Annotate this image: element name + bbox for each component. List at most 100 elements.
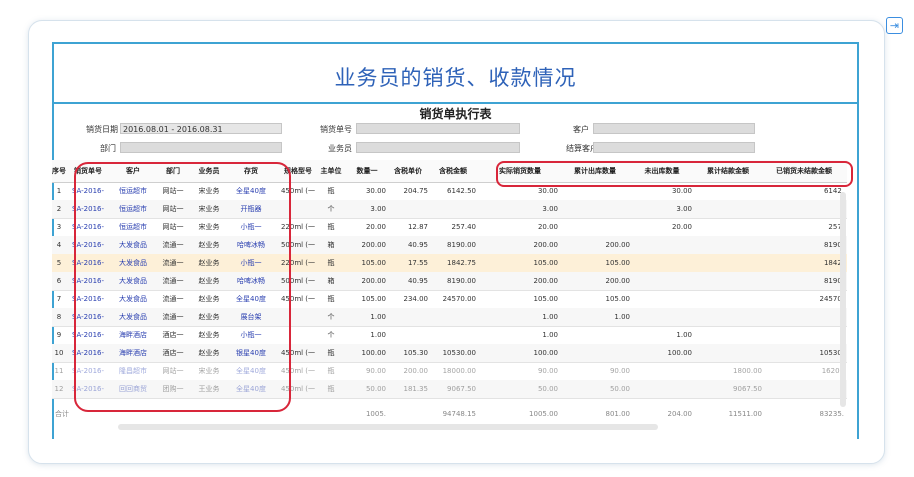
cell-order[interactable]: SA-2016- xyxy=(66,272,110,290)
cell-no: 8 xyxy=(56,313,62,321)
table-row[interactable]: 2 SA-2016- 恒运超市 网站一 宋业务 开瓶器 个 3.00 3.00 3.00 xyxy=(52,200,847,219)
column-header[interactable]: 销货单号 xyxy=(66,160,110,182)
cell-spec: 220ml (一 xyxy=(280,259,316,267)
cell-item[interactable]: 小瓶一 xyxy=(228,326,274,344)
cell-unit: 瓶 xyxy=(327,295,335,303)
cell-spec: 220ml (一 xyxy=(280,223,316,231)
cell-order[interactable]: SA-2016- xyxy=(66,290,110,308)
table-row[interactable]: 8 SA-2016- 大发食品 流通一 赵业务 展台架 个 1.00 1.00 1.00 xyxy=(52,308,847,327)
cell-cust[interactable]: 大发食品 xyxy=(114,308,152,326)
table-row[interactable]: 9 SA-2016- 海畔酒店 酒店一 赵业务 小瓶一 个 1.00 1.00 1.00 xyxy=(52,326,847,345)
table-row[interactable]: 4 SA-2016- 大发食品 流通一 赵业务 哈啤冰畅 500ml (一 箱 200.00 40… xyxy=(52,236,847,255)
cell-order[interactable]: SA-2016- xyxy=(66,326,110,344)
cell-cust[interactable]: 大发食品 xyxy=(114,272,152,290)
cell-no: 10 xyxy=(54,349,64,357)
total-label: 合计 xyxy=(55,410,69,418)
column-header[interactable]: 累计出库数量 xyxy=(560,160,630,182)
cell-spec: 500ml (一 xyxy=(280,241,316,249)
cell-item[interactable]: 哈啤冰畅 xyxy=(228,272,274,290)
cell-cust[interactable]: 回回商贸 xyxy=(114,380,152,398)
cell-order[interactable]: SA-2016- xyxy=(66,218,110,236)
table-row[interactable]: 10 SA-2016- 海畔酒店 酒店一 赵业务 银星40度 450ml (一 瓶 100.00… xyxy=(52,344,847,363)
cell-item[interactable]: 银星40度 xyxy=(228,344,274,362)
cell-cust[interactable]: 隆昌超市 xyxy=(114,362,152,380)
cell-item[interactable]: 全星40度 xyxy=(228,290,274,308)
cell-cust[interactable]: 海畔酒店 xyxy=(114,326,152,344)
cell-cust[interactable]: 恒运超市 xyxy=(114,182,152,200)
cell-cust[interactable]: 大发食品 xyxy=(114,290,152,308)
cell-dept: 团购一 xyxy=(162,385,184,393)
cell-cust[interactable]: 恒运超市 xyxy=(114,218,152,236)
total-qty: 1005. xyxy=(365,410,386,418)
cell-dept: 网站一 xyxy=(162,223,184,231)
cell-rep: 赵业务 xyxy=(198,331,220,339)
cell-out: 105.00 xyxy=(605,295,631,303)
banner: 业务员的销货、收款情况 xyxy=(54,44,857,104)
column-header[interactable]: 含税金额 xyxy=(430,160,476,182)
cell-item[interactable]: 开瓶器 xyxy=(228,200,274,218)
column-header[interactable]: 已销货未结款金额 xyxy=(764,160,844,182)
column-header[interactable]: 客户 xyxy=(114,160,152,182)
date-field[interactable]: 2016.08.01 - 2016.08.31 xyxy=(120,123,282,134)
settle-field[interactable] xyxy=(593,142,755,153)
cell-item[interactable]: 全星40度 xyxy=(228,362,274,380)
customer-field[interactable] xyxy=(593,123,755,134)
column-header[interactable]: 实际销货数量 xyxy=(482,160,558,182)
column-header[interactable]: 含税单价 xyxy=(388,160,428,182)
cell-order[interactable]: SA-2016- xyxy=(66,200,110,218)
cell-order[interactable]: SA-2016- xyxy=(66,236,110,254)
column-header[interactable]: 部门 xyxy=(156,160,190,182)
cell-cust[interactable]: 恒运超市 xyxy=(114,200,152,218)
cell-order[interactable]: SA-2016- xyxy=(66,344,110,362)
cell-cust[interactable]: 海畔酒店 xyxy=(114,344,152,362)
cell-item[interactable]: 小瓶一 xyxy=(228,254,274,272)
table-row[interactable]: 1 SA-2016- 恒运超市 网站一 宋业务 全星40度 450ml (一 瓶 30.00 20… xyxy=(52,182,847,201)
cell-order[interactable]: SA-2016- xyxy=(66,380,110,398)
cell-order[interactable]: SA-2016- xyxy=(66,308,110,326)
salesman-field[interactable] xyxy=(356,142,520,153)
cell-actual: 105.00 xyxy=(533,295,559,303)
table-row[interactable]: 5 SA-2016- 大发食品 流通一 赵业务 小瓶一 220ml (一 瓶 105.00 17.… xyxy=(52,254,847,273)
cell-unsettled xyxy=(764,200,844,218)
cell-spec: 450ml (一 xyxy=(280,385,316,393)
column-header[interactable]: 主单位 xyxy=(320,160,342,182)
horizontal-scrollbar[interactable] xyxy=(118,424,658,430)
cell-settled xyxy=(694,308,762,326)
column-header[interactable]: 序号 xyxy=(52,160,66,182)
cell-order[interactable]: SA-2016- xyxy=(66,182,110,200)
vertical-scrollbar[interactable] xyxy=(840,192,846,407)
cell-item[interactable]: 全星40度 xyxy=(228,380,274,398)
column-header[interactable]: 存货 xyxy=(228,160,274,182)
cell-item[interactable]: 哈啤冰畅 xyxy=(228,236,274,254)
cell-order[interactable]: SA-2016- xyxy=(66,254,110,272)
cell-unsettled xyxy=(764,326,844,344)
column-header[interactable]: 累计结款金额 xyxy=(694,160,762,182)
column-header[interactable]: 数量一 xyxy=(348,160,386,182)
table-row[interactable]: 11 SA-2016- 隆昌超市 网站一 宋业务 全星40度 450ml (一 瓶 90.00 2… xyxy=(52,362,847,381)
cell-item[interactable]: 展台架 xyxy=(228,308,274,326)
column-header[interactable]: 规格型号 xyxy=(278,160,318,182)
cell-order[interactable]: SA-2016- xyxy=(66,362,110,380)
table-row[interactable]: 7 SA-2016- 大发食品 流通一 赵业务 全星40度 450ml (一 瓶 105.00 2… xyxy=(52,290,847,309)
cell-rep: 赵业务 xyxy=(198,241,220,249)
order-field[interactable] xyxy=(356,123,520,134)
cell-cust[interactable]: 大发食品 xyxy=(114,254,152,272)
cell-item[interactable]: 全星40度 xyxy=(228,182,274,200)
table-row[interactable]: 12 SA-2016- 回回商贸 团购一 王业务 全星40度 450ml (一 瓶 50.00 1… xyxy=(52,380,847,399)
cell-cust[interactable]: 大发食品 xyxy=(114,236,152,254)
cell-qty: 1.00 xyxy=(370,331,386,339)
column-header[interactable]: 业务员 xyxy=(192,160,226,182)
cell-amount: 6142.50 xyxy=(447,187,476,195)
cell-price: 204.75 xyxy=(403,187,429,195)
cell-qty: 105.00 xyxy=(361,295,387,303)
expand-icon[interactable]: ⇥ xyxy=(886,17,903,34)
table-row[interactable]: 6 SA-2016- 大发食品 流通一 赵业务 哈啤冰畅 500ml (一 箱 200.00 40… xyxy=(52,272,847,291)
cell-item[interactable]: 小瓶一 xyxy=(228,218,274,236)
cell-spec: 500ml (一 xyxy=(280,277,316,285)
cell-amount: 24570.00 xyxy=(442,295,476,303)
column-header[interactable]: 未出库数量 xyxy=(632,160,692,182)
cell-settled xyxy=(694,344,762,362)
dept-field[interactable] xyxy=(120,142,282,153)
table-row[interactable]: 3 SA-2016- 恒运超市 网站一 宋业务 小瓶一 220ml (一 瓶 20.00 12.8… xyxy=(52,218,847,237)
cell-notout xyxy=(632,272,692,290)
